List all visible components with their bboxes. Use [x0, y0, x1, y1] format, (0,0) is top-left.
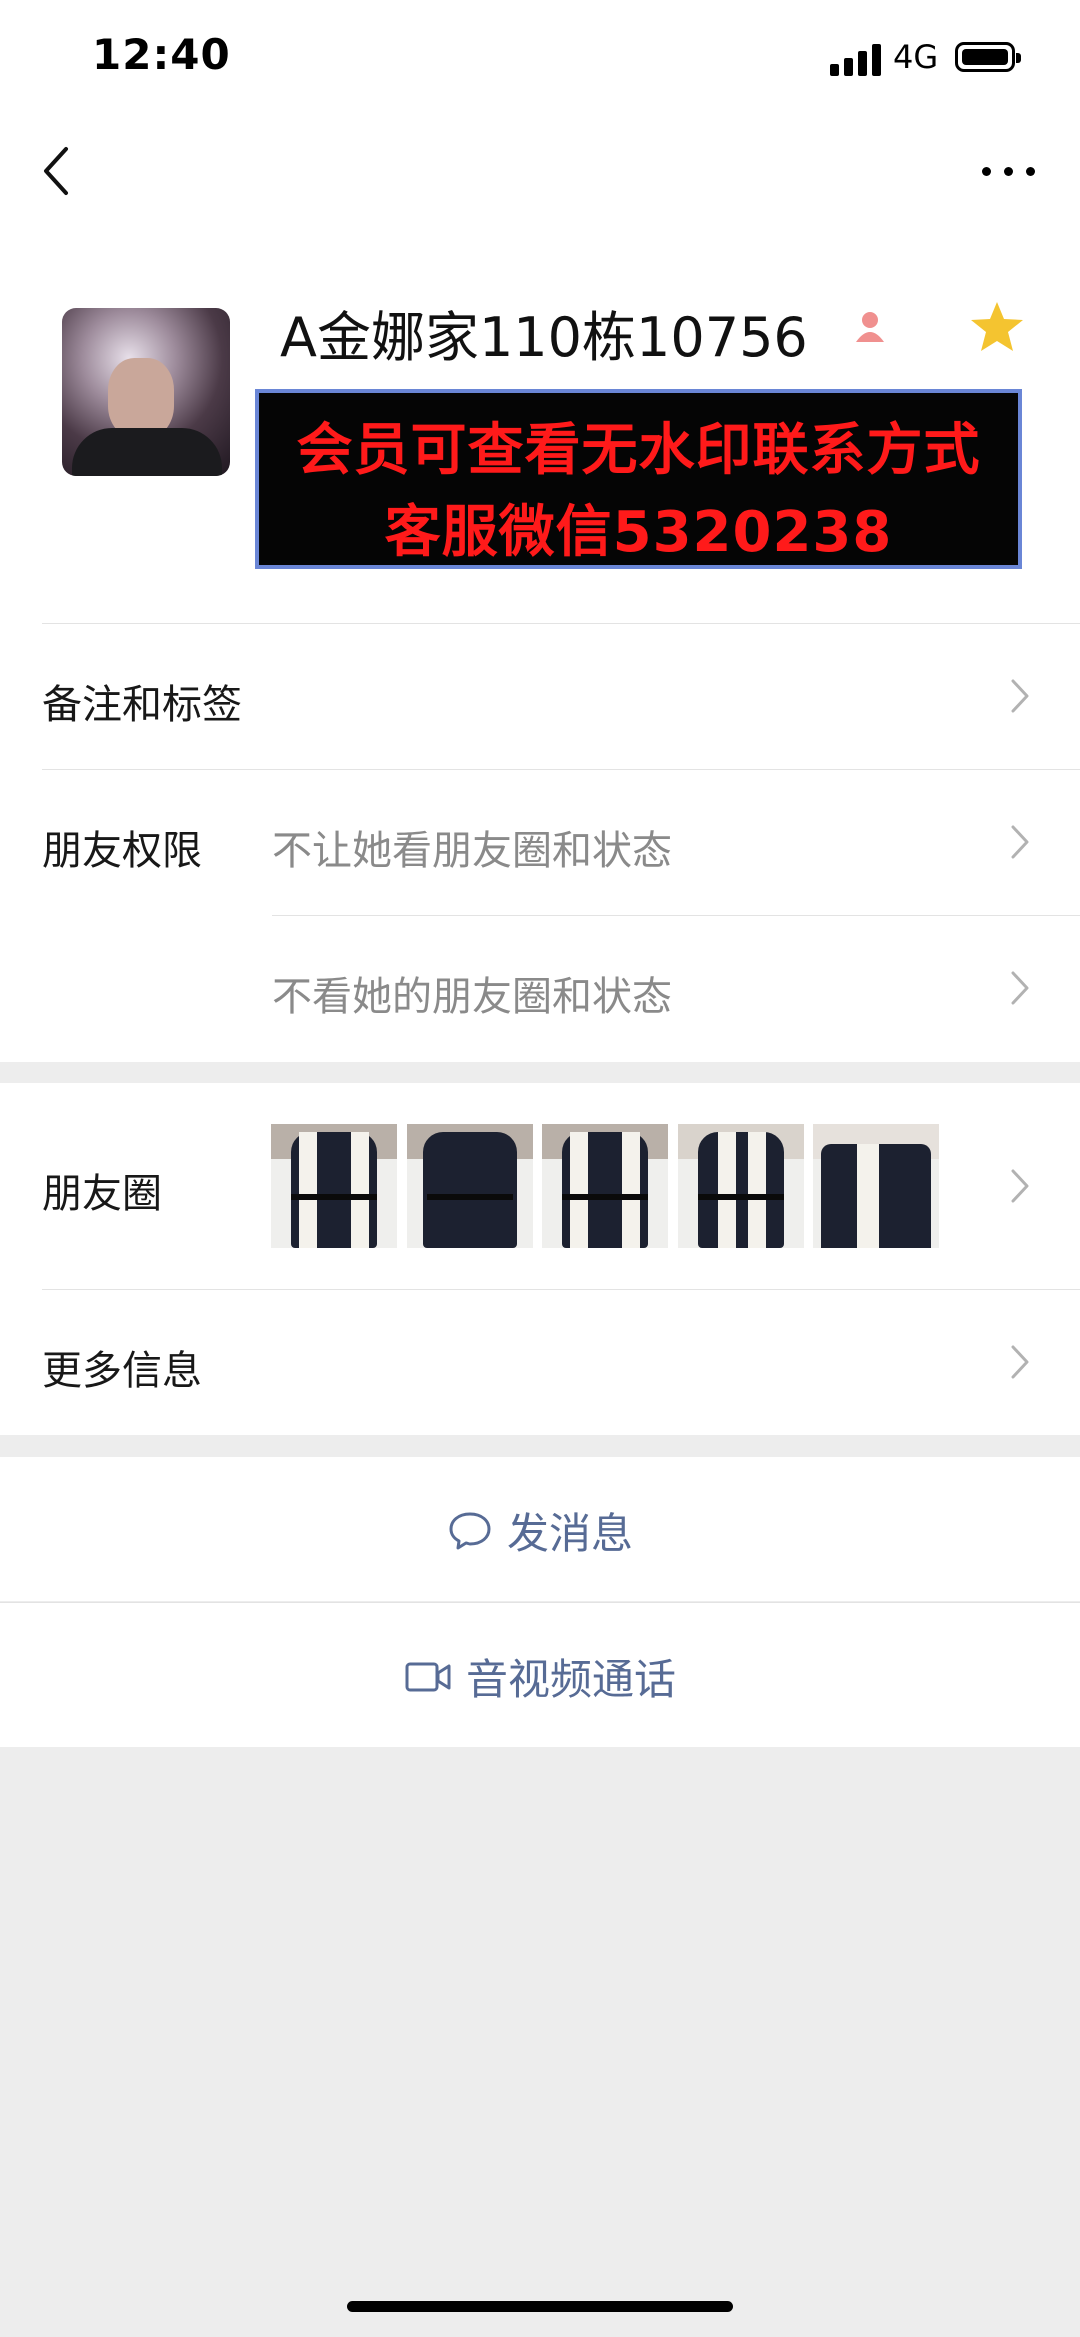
back-arrow-icon[interactable] [36, 143, 82, 199]
send-message-label: 发消息 [506, 1509, 633, 1558]
chevron-right-icon [1011, 679, 1029, 713]
permission-row-1[interactable]: 朋友权限 不让她看朋友圈和状态 [0, 770, 1080, 915]
battery-icon [955, 42, 1021, 72]
chevron-right-icon [1011, 1169, 1029, 1203]
female-icon [856, 312, 884, 342]
chevron-right-icon [1011, 1345, 1029, 1379]
contact-name: A金娜家110栋10756 [280, 306, 808, 369]
moments-thumbnail[interactable] [407, 1124, 533, 1248]
chevron-right-icon [1011, 971, 1029, 1005]
star-icon[interactable] [968, 299, 1026, 355]
network-label: 4G [893, 38, 939, 76]
moments-thumbnail[interactable] [678, 1124, 804, 1248]
permission-row-2[interactable]: 不看她的朋友圈和状态 [0, 916, 1080, 1061]
remark-tags-label: 备注和标签 [42, 682, 242, 728]
send-message-button[interactable]: 发消息 [0, 1500, 1080, 1561]
watermark-banner: 会员可查看无水印联系方式 客服微信5320238 [255, 389, 1022, 569]
moments-thumbnail[interactable] [271, 1124, 397, 1248]
divider [0, 1602, 1080, 1603]
remark-tags-row[interactable]: 备注和标签 [0, 624, 1080, 769]
status-time: 12:40 [92, 30, 231, 79]
more-icon[interactable] [980, 150, 1038, 190]
more-info-label: 更多信息 [42, 1348, 202, 1394]
home-indicator [347, 2301, 733, 2312]
moments-label: 朋友圈 [42, 1171, 162, 1217]
moments-thumbnail[interactable] [542, 1124, 668, 1248]
chevron-right-icon [1011, 825, 1029, 859]
permission-value-1: 不让她看朋友圈和状态 [272, 828, 672, 874]
video-camera-icon [405, 1662, 451, 1691]
av-call-button[interactable]: 音视频通话 [0, 1646, 1080, 1707]
watermark-line-1: 会员可查看无水印联系方式 [296, 418, 981, 483]
signal-icon [830, 42, 884, 76]
watermark-line-2: 客服微信5320238 [384, 500, 893, 565]
moments-thumbnail[interactable] [813, 1124, 939, 1248]
permission-value-2: 不看她的朋友圈和状态 [272, 974, 672, 1020]
av-call-label: 音视频通话 [465, 1655, 676, 1704]
chat-bubble-icon [449, 1512, 491, 1549]
permission-label: 朋友权限 [42, 828, 202, 874]
more-info-row[interactable]: 更多信息 [0, 1290, 1080, 1435]
avatar[interactable] [62, 308, 230, 476]
